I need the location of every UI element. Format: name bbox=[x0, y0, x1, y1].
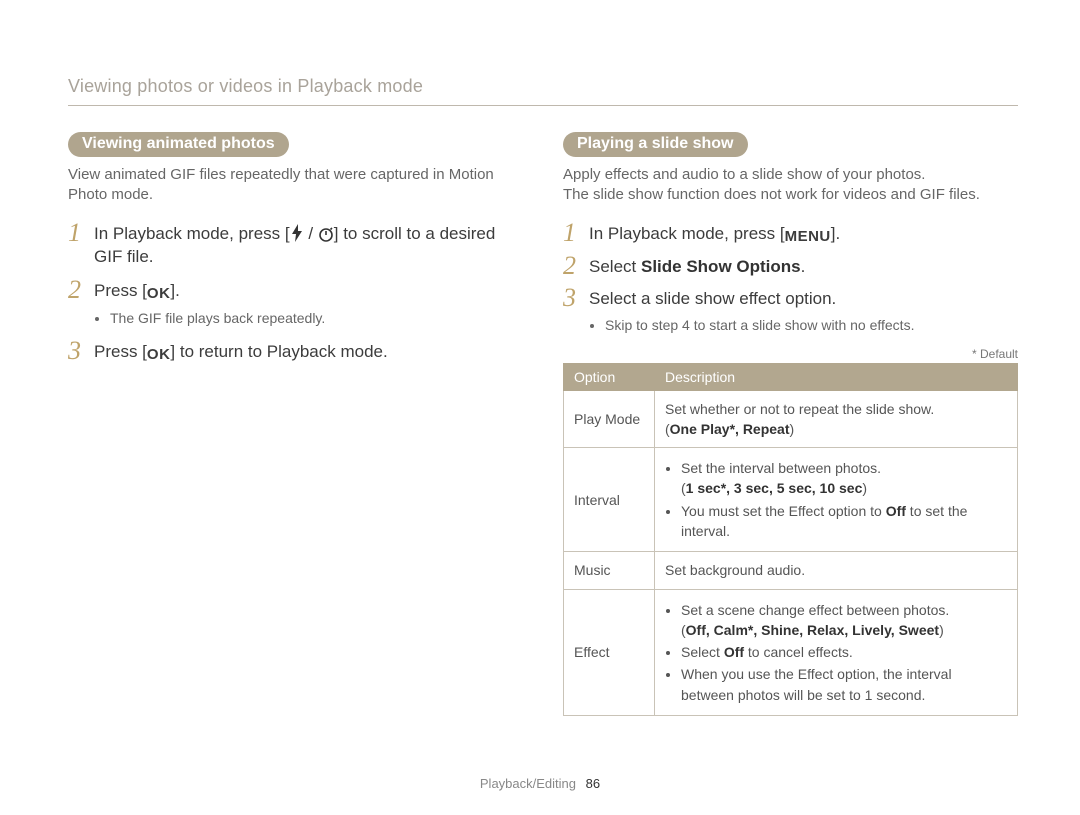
page-header: Viewing photos or videos in Playback mod… bbox=[68, 76, 1018, 97]
step-number: 3 bbox=[68, 338, 94, 364]
left-step-2: 2 Press [OK]. bbox=[68, 279, 523, 304]
bold-text: Off bbox=[886, 503, 906, 519]
bold-text: Off bbox=[724, 644, 744, 660]
header-rule bbox=[68, 105, 1018, 106]
step-text: Select Slide Show Options. bbox=[589, 255, 1018, 279]
text: The slide show function does not work fo… bbox=[563, 186, 980, 203]
right-step-1: 1 In Playback mode, press [MENU]. bbox=[563, 222, 1018, 247]
menu-icon: MENU bbox=[785, 226, 831, 247]
footer-section: Playback/Editing bbox=[480, 776, 576, 791]
slash: / bbox=[304, 224, 318, 243]
th-option: Option bbox=[564, 363, 655, 390]
table-row: Interval Set the interval between photos… bbox=[564, 448, 1018, 552]
page-number: 86 bbox=[586, 776, 600, 791]
manual-page: Viewing photos or videos in Playback mod… bbox=[0, 0, 1080, 815]
list-item: When you use the Effect option, the inte… bbox=[681, 664, 1007, 705]
text: Set the interval between photos. bbox=[681, 460, 881, 476]
default-marker: * Default bbox=[563, 347, 1018, 361]
text: Select bbox=[681, 644, 724, 660]
step-number: 2 bbox=[563, 253, 589, 279]
list-item: Set the interval between photos. (1 sec*… bbox=[681, 458, 1007, 499]
text: Press [ bbox=[94, 342, 147, 361]
timer-icon bbox=[318, 224, 334, 243]
opt-desc: Set the interval between photos. (1 sec*… bbox=[655, 448, 1018, 552]
right-step-3-note: Skip to step 4 to start a slide show wit… bbox=[589, 317, 1018, 333]
left-step-3: 3 Press [OK] to return to Playback mode. bbox=[68, 340, 523, 365]
step-number: 2 bbox=[68, 277, 94, 303]
list-item: You must set the Effect option to Off to… bbox=[681, 501, 1007, 542]
step-text: Press [OK] to return to Playback mode. bbox=[94, 340, 523, 365]
bold-text: Slide Show Options bbox=[641, 257, 801, 276]
opt-desc: Set whether or not to repeat the slide s… bbox=[655, 390, 1018, 448]
text: ]. bbox=[170, 281, 179, 300]
text: ]. bbox=[831, 224, 840, 243]
note-text: Skip to step 4 to start a slide show wit… bbox=[605, 317, 1018, 333]
table-row: Music Set background audio. bbox=[564, 552, 1018, 589]
opt-name: Effect bbox=[564, 589, 655, 715]
step-number: 1 bbox=[563, 220, 589, 246]
step-text: Press [OK]. bbox=[94, 279, 523, 304]
opt-name: Music bbox=[564, 552, 655, 589]
th-description: Description bbox=[655, 363, 1018, 390]
text: Select bbox=[589, 257, 641, 276]
right-column: Playing a slide show Apply effects and a… bbox=[563, 132, 1018, 716]
text: You must set the Effect option to bbox=[681, 503, 886, 519]
left-column: Viewing animated photos View animated GI… bbox=[68, 132, 523, 716]
step-text: In Playback mode, press [MENU]. bbox=[589, 222, 1018, 247]
bold-text: One Play*, Repeat bbox=[670, 421, 790, 437]
note-text: The GIF file plays back repeatedly. bbox=[110, 310, 523, 326]
bold-text: Off, Calm*, Shine, Relax, Lively, Sweet bbox=[686, 622, 939, 638]
ok-icon: OK bbox=[147, 283, 171, 304]
section-heading-right: Playing a slide show bbox=[563, 132, 748, 157]
step-number: 1 bbox=[68, 220, 94, 246]
text: Set whether or not to repeat the slide s… bbox=[665, 401, 934, 417]
opt-name: Play Mode bbox=[564, 390, 655, 448]
left-step-2-note: The GIF file plays back repeatedly. bbox=[94, 310, 523, 326]
table-row: Effect Set a scene change effect between… bbox=[564, 589, 1018, 715]
left-intro-text: View animated GIF files repeatedly that … bbox=[68, 165, 523, 206]
text: ] to return to Playback mode. bbox=[170, 342, 387, 361]
list-item: Select Off to cancel effects. bbox=[681, 642, 1007, 662]
text: Apply effects and audio to a slide show … bbox=[563, 166, 925, 183]
two-column-layout: Viewing animated photos View animated GI… bbox=[68, 132, 1018, 716]
right-step-2: 2 Select Slide Show Options. bbox=[563, 255, 1018, 279]
left-step-1: 1 In Playback mode, press [ / ] to scrol… bbox=[68, 222, 523, 270]
right-step-3: 3 Select a slide show effect option. bbox=[563, 287, 1018, 311]
right-intro-text: Apply effects and audio to a slide show … bbox=[563, 165, 1018, 206]
ok-icon: OK bbox=[147, 344, 171, 365]
bold-text: 1 sec*, 3 sec, 5 sec, 10 sec bbox=[686, 480, 863, 496]
opt-desc: Set background audio. bbox=[655, 552, 1018, 589]
section-heading-left: Viewing animated photos bbox=[68, 132, 289, 157]
text: Press [ bbox=[94, 281, 147, 300]
options-table: Option Description Play Mode Set whether… bbox=[563, 363, 1018, 717]
opt-desc: Set a scene change effect between photos… bbox=[655, 589, 1018, 715]
text: Set a scene change effect between photos… bbox=[681, 602, 949, 618]
flash-icon bbox=[290, 224, 304, 243]
text: . bbox=[801, 257, 806, 276]
step-number: 3 bbox=[563, 285, 589, 311]
opt-name: Interval bbox=[564, 448, 655, 552]
text: In Playback mode, press [ bbox=[94, 224, 290, 243]
step-text: Select a slide show effect option. bbox=[589, 287, 1018, 311]
text: In Playback mode, press [ bbox=[589, 224, 785, 243]
text: to cancel effects. bbox=[744, 644, 853, 660]
table-row: Play Mode Set whether or not to repeat t… bbox=[564, 390, 1018, 448]
list-item: Set a scene change effect between photos… bbox=[681, 600, 1007, 641]
step-text: In Playback mode, press [ / ] to scroll … bbox=[94, 222, 523, 270]
page-footer: Playback/Editing 86 bbox=[0, 776, 1080, 791]
